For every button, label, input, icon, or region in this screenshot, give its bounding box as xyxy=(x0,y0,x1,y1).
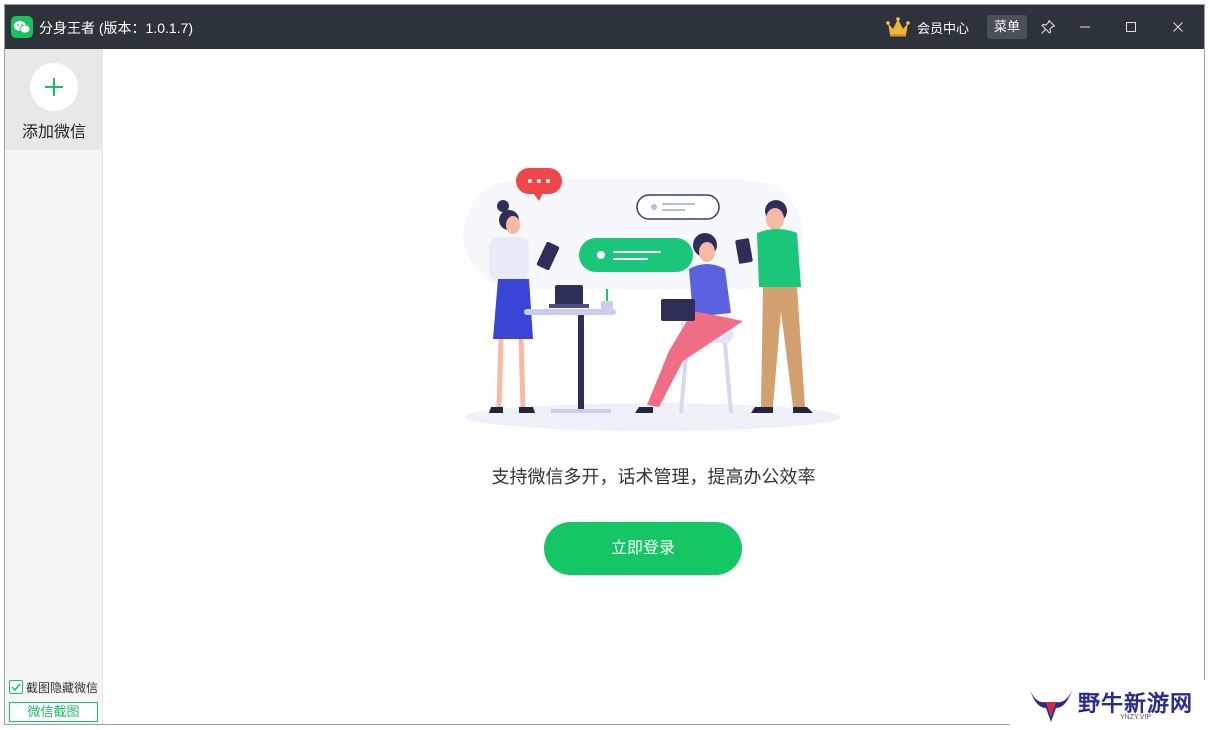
plus-icon xyxy=(45,78,63,96)
login-button[interactable]: 立即登录 xyxy=(544,522,742,575)
sidebar: 添加微信 截图隐藏微信 微信截图 xyxy=(5,49,103,724)
check-icon xyxy=(11,683,21,692)
checkbox-checked[interactable] xyxy=(9,680,23,694)
member-center-button[interactable]: 会员中心 xyxy=(885,15,969,39)
bull-logo-icon xyxy=(1030,690,1072,722)
pin-icon[interactable] xyxy=(1036,15,1060,39)
tagline: 支持微信多开，话术管理，提高办公效率 xyxy=(491,467,816,487)
maximize-icon[interactable] xyxy=(1119,15,1143,39)
close-icon[interactable] xyxy=(1166,15,1190,39)
add-circle xyxy=(30,63,78,111)
window-title: 分身王者 (版本：1.0.1.7) xyxy=(39,20,194,36)
app-window: 分身王者 (版本：1.0.1.7) 会员中心 菜单 添加微信 截图隐藏微信 微信… xyxy=(4,4,1205,725)
main-panel: 支持微信多开，话术管理，提高办公效率 立即登录 xyxy=(103,49,1204,724)
title-bar[interactable]: 分身王者 (版本：1.0.1.7) 会员中心 菜单 xyxy=(5,5,1204,49)
app-logo-icon xyxy=(11,16,33,38)
minimize-icon[interactable] xyxy=(1073,15,1097,39)
crown-icon xyxy=(886,17,910,37)
watermark-subtext: YNZY.VIP xyxy=(1120,714,1151,721)
add-wechat-label: 添加微信 xyxy=(21,124,86,141)
office-illustration xyxy=(463,168,841,431)
menu-button[interactable]: 菜单 xyxy=(987,15,1027,39)
watermark: 野牛新游网 YNZY.VIP xyxy=(1010,680,1210,730)
hide-wechat-label: 截图隐藏微信 xyxy=(26,680,99,695)
add-wechat-button[interactable]: 添加微信 xyxy=(5,49,103,150)
hide-wechat-checkbox[interactable]: 截图隐藏微信 xyxy=(9,679,98,695)
wechat-screenshot-button[interactable]: 微信截图 xyxy=(9,702,98,722)
member-center-label: 会员中心 xyxy=(917,20,970,36)
